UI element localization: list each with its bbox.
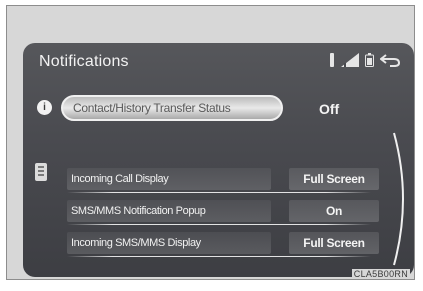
battery-icon bbox=[365, 53, 374, 67]
row-divider bbox=[67, 192, 371, 193]
setting-label: Incoming Call Display bbox=[67, 168, 271, 190]
signal-strength-icon bbox=[341, 53, 359, 67]
bluetooth-icon bbox=[330, 53, 334, 67]
page-title: Notifications bbox=[39, 53, 129, 70]
settings-list: Incoming Call Display Full Screen SMS/MM… bbox=[63, 165, 379, 261]
contact-transfer-row: i Contact/History Transfer Status Off bbox=[37, 94, 397, 124]
device-frame: Notifications i Contact/History Transfer… bbox=[6, 5, 415, 280]
contact-history-transfer-button[interactable]: Contact/History Transfer Status bbox=[61, 95, 283, 121]
back-icon[interactable] bbox=[380, 53, 400, 67]
setting-value[interactable]: Full Screen bbox=[289, 168, 379, 190]
setting-row-incoming-call-display[interactable]: Incoming Call Display Full Screen bbox=[63, 165, 379, 193]
setting-value[interactable]: On bbox=[289, 200, 379, 222]
list-view-icon[interactable] bbox=[35, 163, 47, 181]
row-divider bbox=[67, 256, 371, 257]
setting-row-sms-mms-notification-popup[interactable]: SMS/MMS Notification Popup On bbox=[63, 197, 379, 225]
setting-label: Incoming SMS/MMS Display bbox=[67, 232, 271, 254]
contact-transfer-status-value: Off bbox=[319, 101, 340, 117]
scroll-indicator[interactable] bbox=[392, 131, 412, 267]
notifications-screen: Notifications i Contact/History Transfer… bbox=[23, 43, 414, 277]
row-divider bbox=[67, 224, 371, 225]
status-bar bbox=[329, 53, 400, 67]
setting-label: SMS/MMS Notification Popup bbox=[67, 200, 271, 222]
setting-row-incoming-sms-mms-display[interactable]: Incoming SMS/MMS Display Full Screen bbox=[63, 229, 379, 257]
image-watermark: CLA5B00RN bbox=[351, 269, 410, 279]
setting-value[interactable]: Full Screen bbox=[289, 232, 379, 254]
info-badge: i bbox=[37, 100, 52, 115]
